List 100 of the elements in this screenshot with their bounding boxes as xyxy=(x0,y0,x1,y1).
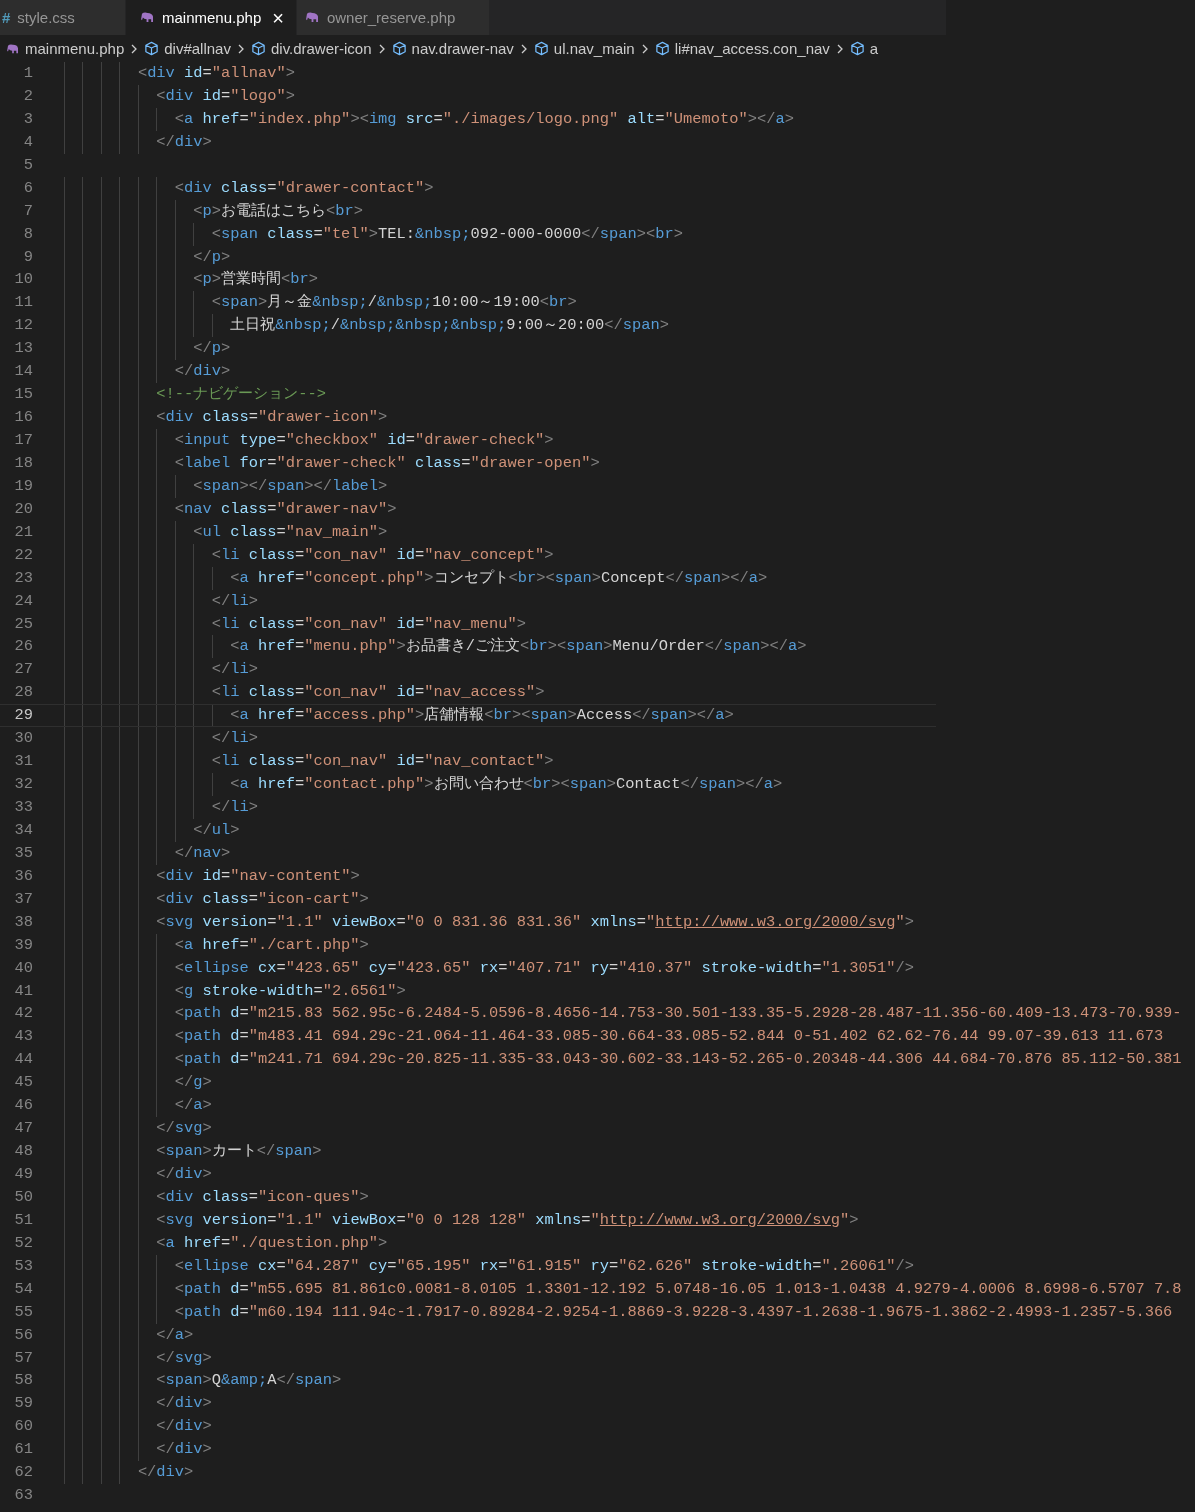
file-tab[interactable]: mainmenu.php × xyxy=(126,0,297,35)
line-number: 19 xyxy=(13,475,33,497)
line-number: 35 xyxy=(13,842,33,864)
code-line: <ul class="nav_main"> xyxy=(193,521,388,543)
code-line: <div id="logo"> xyxy=(156,85,295,107)
code-line: <ellipse cx="64.287" cy="65.195" rx="61.915" ry="62.626" stroke-width=".26061"/> xyxy=(174,1255,914,1277)
line-number: 34 xyxy=(13,819,33,841)
code-line: <path d="m55.695 81.861c0.0081-8.0105 1.3301-12.192 5.0748-16.05 1.013-1.0438 4.9279-4.0006 8.6998-6.5707 7.8 xyxy=(174,1278,1182,1300)
code-line: 土日祝&nbsp;/&nbsp;&nbsp;&nbsp;9:00～20:00</span> xyxy=(230,315,669,337)
code-line: <ellipse cx="423.65" cy="423.65" rx="407.71" ry="410.37" stroke-width="1.3051"/> xyxy=(174,957,914,979)
line-number: 48 xyxy=(13,1141,33,1163)
code-line: <a href="access.php">店舗情報<br><span>Access</span></a> xyxy=(230,705,734,727)
code-line: <li class="con_nav" id="nav_access"> xyxy=(211,682,545,704)
line-number: 3 xyxy=(22,108,33,130)
line-number: 6 xyxy=(22,177,33,199)
line-number: 61 xyxy=(13,1439,33,1461)
line-number: 52 xyxy=(13,1232,33,1254)
code-line: <span>月～金&nbsp;/&nbsp;10:00～19:00<br> xyxy=(211,292,577,314)
line-number: 23 xyxy=(13,567,33,589)
elephant-icon xyxy=(6,43,20,54)
code-line: </p> xyxy=(193,338,231,360)
line-number: 31 xyxy=(13,751,33,773)
code-line: <!--ナビゲーション--> xyxy=(156,384,326,406)
code-line: <path d="m241.71 694.29c-20.825-11.335-33.043-30.602-33.143-52.265-0.20348-44.306 44.684-70.876 85.112-50.381 xyxy=(174,1049,1182,1071)
code-line: </div> xyxy=(174,361,231,383)
line-number: 10 xyxy=(13,269,33,291)
line-number: 29 xyxy=(13,705,33,727)
elephant-icon xyxy=(304,12,320,23)
line-number: 37 xyxy=(13,888,33,910)
line-number: 13 xyxy=(13,338,33,360)
code-line: </div> xyxy=(156,1393,212,1415)
code-line: </a> xyxy=(174,1095,212,1117)
breadcrumb-item[interactable]: div#allnav xyxy=(164,40,231,57)
line-number: 38 xyxy=(13,911,33,933)
line-number: 41 xyxy=(13,980,33,1002)
chevron-icon xyxy=(377,42,386,55)
code-line: <a href="./question.php"> xyxy=(156,1232,388,1254)
code-line: </nav> xyxy=(174,842,231,864)
line-number: 63 xyxy=(13,1485,33,1507)
close-icon[interactable]: × xyxy=(272,7,284,28)
code-line: <p>営業時間<br> xyxy=(193,269,318,291)
breadcrumb-item[interactable]: div.drawer-icon xyxy=(270,40,372,57)
cube-icon xyxy=(391,41,407,56)
code-line: </div> xyxy=(156,1164,212,1185)
line-number: 12 xyxy=(13,315,33,337)
line-number: 54 xyxy=(13,1278,33,1300)
code-line: <path d="m60.194 111.94c-1.7917-0.89284-2.9254-1.8869-3.9228-3.4397-1.2638-1.9675-1.3862-2.4993-1.2357-5.366 xyxy=(174,1301,1173,1323)
code-line: <li class="con_nav" id="nav_contact"> xyxy=(211,751,554,773)
code-line: </p> xyxy=(193,246,231,268)
code-line: <a href="concept.php">コンセプト<br><span>Concept</span></a> xyxy=(230,567,768,589)
line-number: 22 xyxy=(13,544,33,566)
line-number: 28 xyxy=(13,682,33,704)
code-line: <div id="nav-content"> xyxy=(156,865,360,887)
line-number: 1 xyxy=(22,63,33,84)
file-tab[interactable]: owner_reserve.php xyxy=(296,0,491,35)
code-line: <a href="menu.php">お品書き/ご注文<br><span>Menu/Order</span></a> xyxy=(230,636,807,658)
line-number: 60 xyxy=(13,1416,33,1438)
code-line: <svg version="1.1" viewBox="0 0 831.36 831.36" xmlns="http://www.w3.org/2000/svg"> xyxy=(156,911,914,933)
line-number: 47 xyxy=(13,1118,33,1140)
elephant-icon xyxy=(140,12,155,23)
line-number: 2 xyxy=(22,85,33,107)
line-number: 17 xyxy=(13,430,33,451)
line-number: 43 xyxy=(13,1026,33,1048)
code-line: <span></span></label> xyxy=(193,475,388,497)
file-tab[interactable]: # style.css xyxy=(0,0,126,35)
breadcrumb-item[interactable]: ul.nav_main xyxy=(553,40,635,57)
chevron-icon xyxy=(640,42,649,55)
code-line: <path d="m483.41 694.29c-21.064-11.464-33.085-30.664-33.085-52.844 0-51.402 62.62-76.44 99.07-39.613 11.673 xyxy=(174,1026,1164,1048)
line-number: 9 xyxy=(22,246,33,268)
chevron-icon xyxy=(130,42,139,55)
line-number: 33 xyxy=(13,797,33,818)
code-line: <span class="tel">TEL:&nbsp;092-000-0000</span><br> xyxy=(211,223,683,245)
line-number: 39 xyxy=(13,934,33,956)
line-number: 36 xyxy=(13,865,33,887)
line-number: 25 xyxy=(13,613,33,635)
breadcrumb-item[interactable]: a xyxy=(869,40,879,57)
hash-icon: # xyxy=(2,9,11,26)
code-line: <label for="drawer-check" class="drawer-open"> xyxy=(174,452,600,474)
line-number: 59 xyxy=(13,1393,33,1415)
code-line: <g stroke-width="2.6561"> xyxy=(174,980,406,1002)
line-number: 58 xyxy=(13,1370,33,1392)
line-number: 53 xyxy=(13,1255,33,1277)
breadcrumb-item[interactable]: nav.drawer-nav xyxy=(411,40,514,57)
breadcrumb-item[interactable]: mainmenu.php xyxy=(25,40,125,57)
cube-icon xyxy=(849,41,865,56)
code-line: </div> xyxy=(156,131,212,153)
code-line: <path d="m215.83 562.95c-6.2484-5.0596-8.4656-14.753-30.501-133.35-5.2928-28.487-11.356-60.409-13.473-70.939- xyxy=(174,1003,1182,1025)
chevron-icon xyxy=(236,42,245,55)
breadcrumb-item[interactable]: li#nav_access.con_nav xyxy=(674,40,830,57)
code-line: <a href="index.php"><img src="./images/logo.png" alt="Umemoto"></a> xyxy=(174,108,794,130)
code-line: <span>Q&amp;A</span> xyxy=(156,1370,342,1392)
cube-icon xyxy=(533,41,549,56)
line-number: 27 xyxy=(13,659,33,681)
code-line: <nav class="drawer-nav"> xyxy=(174,498,397,520)
line-number: 44 xyxy=(13,1049,33,1071)
line-number: 56 xyxy=(13,1324,33,1346)
cube-icon xyxy=(144,41,160,56)
code-line: </g> xyxy=(174,1072,212,1094)
code-line: </a> xyxy=(156,1324,194,1346)
line-number: 45 xyxy=(13,1072,33,1094)
